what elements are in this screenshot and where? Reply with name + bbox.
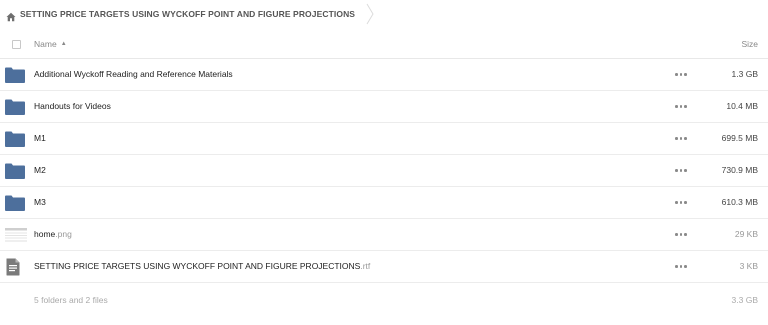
sort-ascending-icon: ▲ [60,41,67,47]
file-name[interactable]: M2 [34,165,46,175]
folder-row[interactable]: M2 730.9 MB [0,155,768,187]
file-size: 730.9 MB [721,165,758,175]
chevron-right-icon [365,3,375,25]
file-name[interactable]: M3 [34,197,46,207]
file-list-header: Name ▲ Size [0,31,768,59]
more-options-icon[interactable] [675,233,687,237]
file-name[interactable]: Handouts for Videos [34,101,111,111]
folder-icon [5,99,25,120]
folder-row[interactable]: M1 699.5 MB [0,123,768,155]
file-row[interactable]: SETTING PRICE TARGETS USING WYCKOFF POIN… [0,251,768,283]
document-icon [5,258,21,281]
breadcrumb: SETTING PRICE TARGETS USING WYCKOFF POIN… [6,3,375,25]
file-size: 3 KB [739,261,758,271]
more-options-icon[interactable] [675,137,687,141]
file-row[interactable]: home.png 29 KB [0,219,768,251]
file-name[interactable]: M1 [34,133,46,143]
file-size: 610.3 MB [721,197,758,207]
folder-row[interactable]: Handouts for Videos 10.4 MB [0,91,768,123]
file-name-base: home [34,229,56,239]
file-name-base: M1 [34,133,46,143]
file-size: 10.4 MB [726,101,758,111]
folder-icon [5,131,25,152]
more-options-icon[interactable] [675,105,687,109]
image-file-icon [5,227,27,248]
file-extension: .png [55,229,72,239]
file-name-base: M2 [34,165,46,175]
file-name[interactable]: Additional Wyckoff Reading and Reference… [34,69,233,79]
folder-icon [5,67,25,88]
file-name[interactable]: home.png [34,229,72,239]
file-name-base: M3 [34,197,46,207]
file-name-base: Handouts for Videos [34,101,111,111]
file-size: 699.5 MB [721,133,758,143]
file-extension: .rtf [360,261,371,271]
folder-icon [5,163,25,184]
home-icon[interactable] [6,9,16,22]
name-column-label: Name [34,39,57,49]
name-column-header[interactable]: Name ▲ [34,39,67,49]
folder-row[interactable]: M3 610.3 MB [0,187,768,219]
size-column-header[interactable]: Size [741,39,758,49]
total-size: 3.3 GB [731,295,758,305]
folder-icon [5,195,25,216]
select-all-checkbox[interactable] [12,40,21,49]
breadcrumb-current[interactable]: SETTING PRICE TARGETS USING WYCKOFF POIN… [20,9,355,19]
file-name[interactable]: SETTING PRICE TARGETS USING WYCKOFF POIN… [34,261,370,271]
item-count: 5 folders and 2 files [34,295,108,305]
file-name-base: Additional Wyckoff Reading and Reference… [34,69,233,79]
folder-row[interactable]: Additional Wyckoff Reading and Reference… [0,59,768,91]
file-size: 29 KB [734,229,758,239]
file-size: 1.3 GB [731,69,758,79]
file-name-base: SETTING PRICE TARGETS USING WYCKOFF POIN… [34,261,361,271]
more-options-icon[interactable] [675,73,687,77]
file-list-summary: 5 folders and 2 files 3.3 GB [0,287,768,315]
more-options-icon[interactable] [675,169,687,173]
more-options-icon[interactable] [675,201,687,205]
more-options-icon[interactable] [675,265,687,269]
